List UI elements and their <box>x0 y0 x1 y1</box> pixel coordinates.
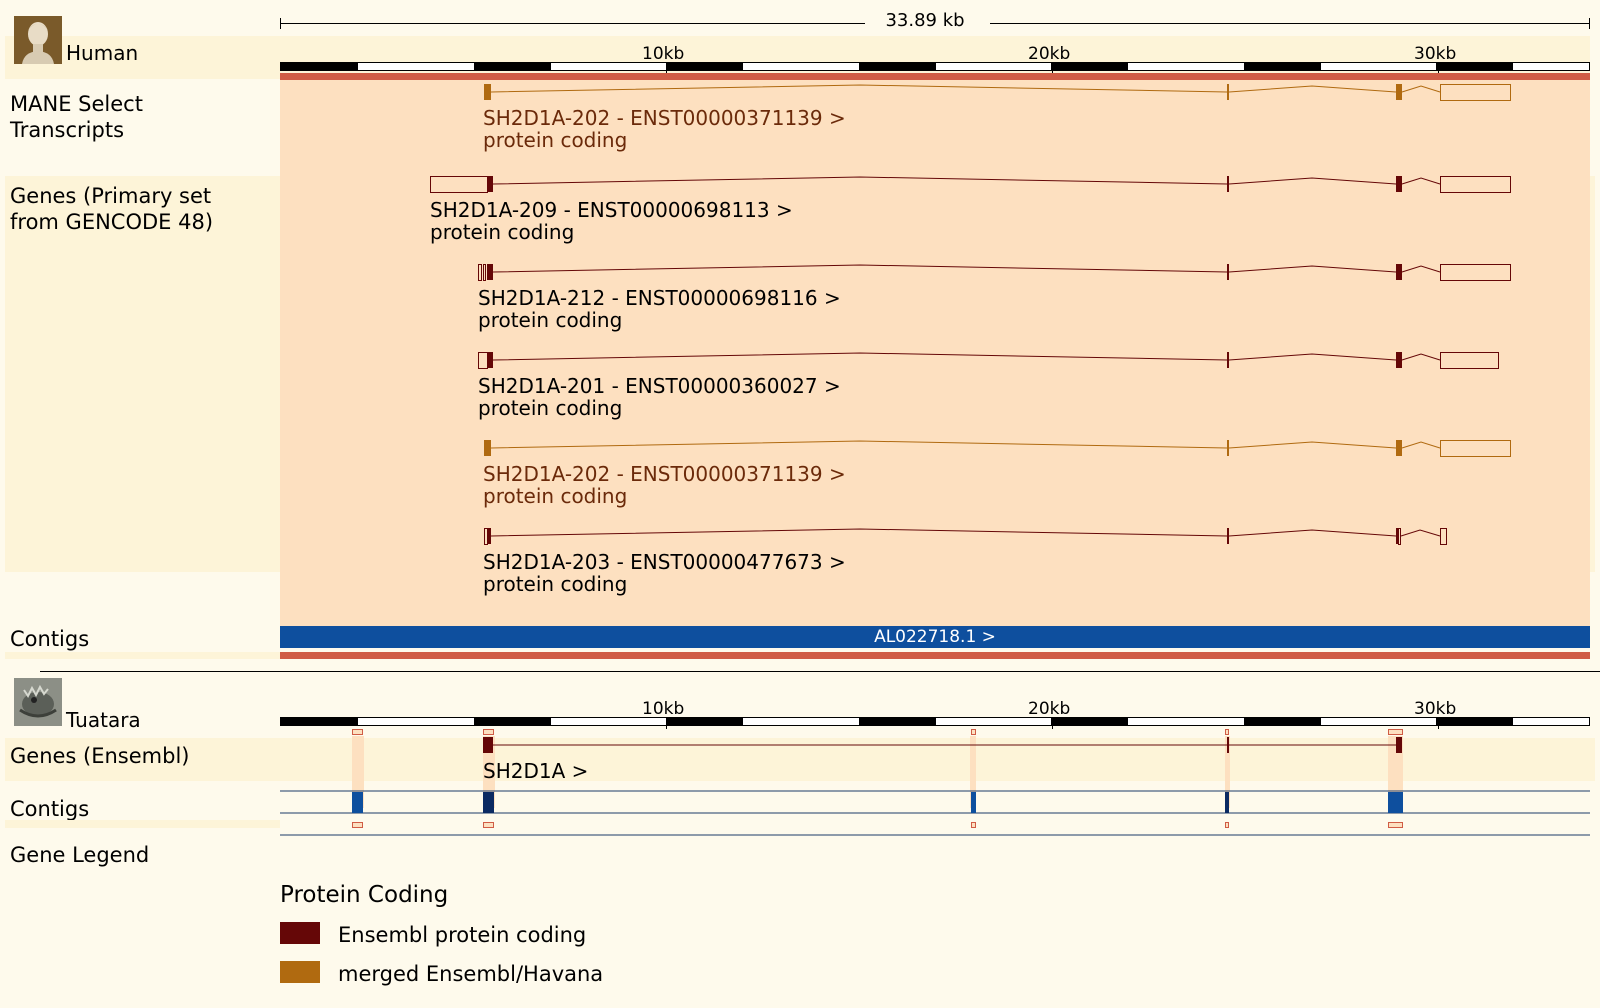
tuatara-lizard-icon[interactable] <box>14 678 62 726</box>
transcript-label-202[interactable]: SH2D1A-202 - ENST00000371139 > protein co… <box>483 463 846 507</box>
legend-label-merged: merged Ensembl/Havana <box>338 962 604 986</box>
transcript-label-203[interactable]: SH2D1A-203 - ENST00000477673 > protein co… <box>483 551 846 595</box>
tuatara-gene-label[interactable]: SH2D1A > <box>483 760 588 782</box>
species-divider <box>40 671 1600 672</box>
tuatara-tick-10kb: 10kb <box>642 699 685 719</box>
transcript-glyph-mane-202[interactable] <box>484 84 1511 101</box>
transcript-glyph-203[interactable] <box>484 528 1447 545</box>
legend-label-ensembl: Ensembl protein coding <box>338 923 587 947</box>
track-label-contigs-human: Contigs <box>10 627 90 651</box>
tuatara-tick-20kb: 20kb <box>1028 699 1071 719</box>
transcript-glyph-212[interactable] <box>478 264 1511 281</box>
legend-swatch-merged <box>280 961 320 983</box>
transcript-glyph-209[interactable] <box>430 176 1511 193</box>
transcript-label-201[interactable]: SH2D1A-201 - ENST00000360027 > protein co… <box>478 375 841 419</box>
tuatara-contig-track <box>280 790 1590 836</box>
transcript-glyph-201[interactable] <box>478 352 1499 369</box>
human-contig-label: AL022718.1 > <box>874 627 996 647</box>
legend-title: Protein Coding <box>280 882 449 908</box>
human-contig-bar[interactable]: AL022718.1 > <box>280 626 1590 648</box>
transcript-label-mane-202[interactable]: SH2D1A-202 - ENST00000371139 > protein co… <box>483 107 846 151</box>
transcript-glyph-202[interactable] <box>484 440 1511 457</box>
human-selection-bar-bottom <box>280 652 1590 659</box>
legend-swatch-ensembl <box>280 922 320 944</box>
tuatara-gene-glyph[interactable] <box>0 735 1600 755</box>
track-label-gene-legend: Gene Legend <box>10 843 150 867</box>
transcript-label-209[interactable]: SH2D1A-209 - ENST00000698113 > protein co… <box>430 199 793 243</box>
tuatara-tick-30kb: 30kb <box>1414 699 1457 719</box>
transcript-label-212[interactable]: SH2D1A-212 - ENST00000698116 > protein co… <box>478 287 841 331</box>
